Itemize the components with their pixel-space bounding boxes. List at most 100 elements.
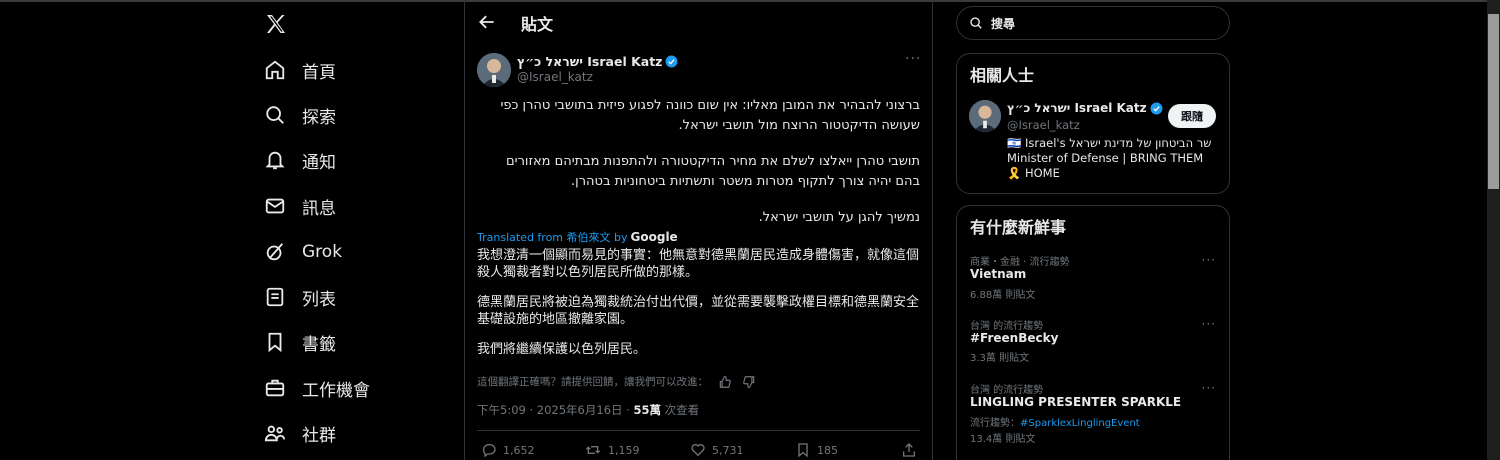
search-icon — [264, 104, 286, 126]
reply-button[interactable]: 1,652 — [481, 442, 535, 458]
nav-item-jobs[interactable]: 工作機會 — [264, 373, 370, 403]
nav-item-grok[interactable]: Grok — [264, 237, 342, 267]
nav-label: 訊息 — [302, 198, 336, 219]
nav-item-bookmarks[interactable]: 書籤 — [264, 327, 336, 357]
follow-button[interactable]: 跟隨 — [1168, 104, 1216, 128]
nav-item-communities[interactable]: 社群 — [264, 418, 336, 448]
nav-item-lists[interactable]: 列表 — [264, 282, 336, 312]
trend-name: Vietnam — [970, 267, 1027, 281]
translation-paragraph: 我們將繼續保護以色列居民。 — [477, 342, 647, 357]
trend-sub-link[interactable]: #SparklexLinglingEvent — [1020, 418, 1140, 429]
post-actions: 1,652 1,159 5,731 185 — [465, 436, 932, 460]
people-icon — [264, 422, 286, 444]
author-name-row[interactable]: ישראל כ״ץ Israel Katz — [517, 54, 678, 69]
bio-line: Minister of Defense | BRING THEM — [1007, 151, 1204, 165]
trends-card: 有什麼新鮮事 商業・金融 · 流行趨勢 Vietnam 6.88萬 則貼文 ··… — [956, 205, 1230, 460]
bookmark-icon — [798, 443, 808, 458]
post-header: 貼文 — [465, 0, 932, 46]
related-name-row[interactable]: ישראל כ״ץ Israel Katz — [1007, 101, 1163, 115]
more-options-icon[interactable]: ··· — [905, 51, 921, 67]
search-placeholder: 搜尋 — [991, 16, 1016, 31]
translation-paragraph: 德黑蘭居民將被迫為獨裁統治付出代價，並從需要襲擊政權目標和德黑蘭安全基礎設施的地… — [477, 295, 920, 327]
nav-label: 列表 — [302, 289, 336, 310]
nav-label: 社群 — [302, 425, 336, 446]
translated-from-link[interactable]: Translated from 希伯來文 by Google — [477, 229, 678, 245]
home-icon — [264, 59, 286, 81]
trend-count: 6.88萬 則貼文 — [970, 290, 1036, 301]
nav-label: 書籤 — [302, 334, 336, 355]
bookmark-count: 185 — [817, 443, 838, 457]
author-name[interactable]: ישראל כ״ץ Israel Katz — [517, 54, 662, 69]
trend-context: 台灣 的流行趨勢 — [970, 385, 1044, 396]
feedback-text: 這個翻譯正確嗎？請提供回饋，讓我們可以改進： — [477, 376, 708, 388]
related-name[interactable]: ישראל כ״ץ Israel Katz — [1007, 101, 1147, 115]
share-button[interactable] — [901, 442, 923, 458]
post-text-paragraph: ברצוני להבהיר את המובן מאליו: אין שום כו… — [500, 98, 920, 133]
repost-count: 1,159 — [608, 443, 640, 457]
bookmark-button[interactable]: 185 — [795, 442, 838, 458]
share-icon — [903, 443, 915, 457]
post-text-paragraph: נמשיך להגן על תושבי ישראל. — [758, 210, 920, 225]
trends-title: 有什麼新鮮事 — [970, 218, 1067, 237]
translated-from-text: Translated from 希伯來文 by — [477, 231, 628, 244]
trend-subline: 流行趨勢：#SparklexLinglingEvent — [970, 414, 1140, 429]
post-text-paragraph: תושבי טהרן ייאלצו לשלם את מחיר הדיקטטורה… — [506, 154, 920, 189]
nav-label: 首頁 — [302, 62, 336, 83]
mail-icon — [264, 195, 286, 217]
repost-button[interactable]: 1,159 — [584, 442, 640, 458]
like-button[interactable]: 5,731 — [690, 442, 744, 458]
more-options-icon[interactable]: ··· — [1202, 253, 1216, 267]
bio-line: 🎗️ HOME — [1007, 166, 1060, 180]
reply-count: 1,652 — [503, 443, 535, 457]
thumbs-down-icon[interactable] — [742, 375, 756, 389]
nav-label: 通知 — [302, 152, 336, 173]
post-metadata: 下午5:09 · 2025年6月16日 · 55萬 次查看 — [477, 402, 699, 418]
thumbs-up-icon[interactable] — [718, 375, 732, 389]
nav-item-notifications[interactable]: 通知 — [264, 145, 336, 175]
nav-item-explore[interactable]: 探索 — [264, 100, 336, 130]
grok-icon — [264, 241, 286, 263]
more-options-icon[interactable]: ··· — [1202, 381, 1216, 395]
main-column: 貼文 ישראל כ״ץ Israel Katz @Israel_katz ··… — [465, 0, 932, 460]
more-options-icon[interactable]: ··· — [1202, 317, 1216, 331]
search-icon — [970, 17, 982, 29]
bell-icon — [264, 149, 286, 171]
list-icon — [264, 286, 286, 308]
divider — [477, 430, 920, 431]
back-arrow-icon[interactable] — [477, 12, 497, 32]
trend-sub-prefix: 流行趨勢： — [970, 418, 1020, 429]
related-people-title: 相關人士 — [970, 66, 1035, 85]
bio-line: שר הביטחון של מדינת ישראל 🇮🇱 Israel's — [1007, 136, 1212, 150]
verified-badge-icon — [1150, 102, 1163, 114]
left-navigation: 首頁 探索 通知 訊息 Grok 列表 書籤 工作機會 社群 — [250, 0, 450, 460]
nav-item-messages[interactable]: 訊息 — [264, 191, 336, 221]
x-logo-icon[interactable] — [264, 12, 288, 36]
trend-context: 商業・金融 · 流行趨勢 — [970, 257, 1070, 268]
views-count: 55萬 — [633, 403, 661, 417]
column-divider — [932, 0, 933, 460]
page-title: 貼文 — [521, 15, 554, 34]
google-logo: Google — [630, 230, 678, 244]
trend-context: 台灣 的流行趨勢 — [970, 321, 1044, 332]
trend-count: 3.3萬 則貼文 — [970, 353, 1030, 364]
post-timestamp[interactable]: 下午5:09 · 2025年6月16日 · — [477, 403, 630, 417]
translation-feedback: 這個翻譯正確嗎？請提供回饋，讓我們可以改進： — [477, 374, 756, 389]
verified-badge-icon — [665, 55, 678, 68]
scrollbar-thumb[interactable] — [1488, 14, 1499, 189]
related-avatar[interactable] — [969, 100, 1001, 132]
author-handle[interactable]: @Israel_katz — [517, 70, 593, 84]
nav-label: Grok — [302, 242, 343, 262]
related-handle[interactable]: @Israel_katz — [1007, 118, 1080, 132]
related-bio: שר הביטחון של מדינת ישראל 🇮🇱 Israel's Mi… — [1007, 136, 1217, 181]
briefcase-icon — [264, 377, 286, 399]
trend-count: 13.4萬 則貼文 — [970, 434, 1036, 445]
author-avatar[interactable] — [477, 53, 511, 87]
like-count: 5,731 — [712, 443, 744, 457]
reply-icon — [482, 444, 496, 458]
nav-item-home[interactable]: 首頁 — [264, 55, 336, 85]
nav-label: 探索 — [302, 107, 336, 128]
repost-icon — [585, 446, 601, 454]
views-label: 次查看 — [664, 403, 700, 417]
search-input[interactable]: 搜尋 — [956, 6, 1230, 40]
translation-paragraph: 我想澄清一個顯而易見的事實：他無意對德黑蘭居民造成身體傷害，就像這個殺人獨裁者對… — [477, 248, 920, 280]
